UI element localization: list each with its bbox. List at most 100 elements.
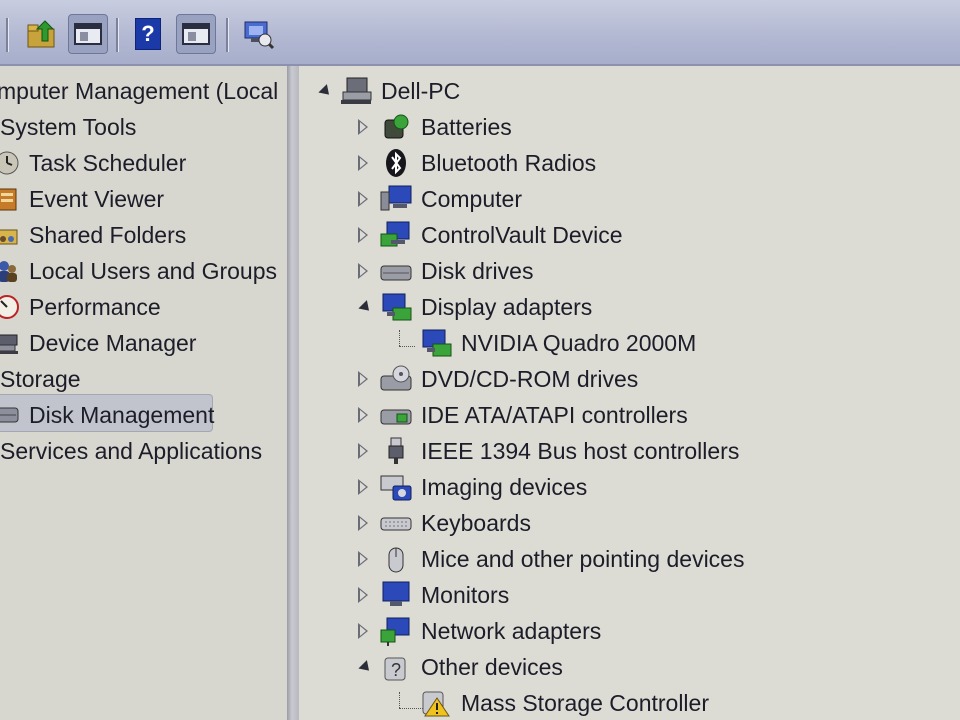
tree-item-label: Device Manager — [29, 329, 197, 356]
expand-arrow-icon[interactable] — [355, 263, 371, 279]
device-tree-pane[interactable]: Dell-PC Batteries Bluetooth Radios Compu… — [299, 66, 960, 720]
tree-line — [399, 330, 400, 346]
expand-arrow-icon[interactable] — [355, 515, 371, 531]
shared-folder-icon — [0, 229, 18, 245]
device-category-display-adapters[interactable]: Display adapters — [355, 290, 592, 324]
device-category-imaging-devices[interactable]: Imaging devices — [355, 470, 587, 504]
toolbar-separator — [6, 18, 9, 52]
tree-item-label: Task Scheduler — [29, 149, 187, 176]
device-category-ieee-1394-bus-host-controllers[interactable]: IEEE 1394 Bus host controllers — [355, 434, 739, 468]
device-category-label: Display adapters — [421, 293, 593, 320]
device-category-label: DVD/CD-ROM drives — [421, 365, 639, 392]
computer-icon — [341, 77, 372, 104]
scan-hardware-icon — [244, 21, 275, 50]
tree-item-disk-management[interactable]: Disk Management — [0, 398, 214, 432]
device-category-label: Mice and other pointing devices — [421, 545, 745, 572]
expand-arrow-icon[interactable] — [355, 587, 371, 603]
tree-item-computer-management[interactable]: mputer Management (Local — [0, 74, 278, 108]
help-icon: ? — [135, 18, 161, 50]
tree-line — [399, 346, 415, 347]
device-tree-label: Dell-PC — [381, 77, 461, 104]
pane-splitter[interactable] — [287, 66, 299, 720]
ide-controller-icon — [380, 409, 412, 425]
device-category-label: Other devices — [421, 653, 563, 680]
unknown-device-icon: ? — [384, 657, 406, 681]
device-category-mice-and-other-pointing-devices[interactable]: Mice and other pointing devices — [355, 542, 744, 576]
expand-arrow-icon[interactable] — [355, 371, 371, 387]
device-category-label: Batteries — [421, 113, 512, 140]
device-label: Mass Storage Controller — [461, 689, 709, 716]
action-pane-icon — [182, 23, 210, 45]
tree-item-device-manager[interactable]: Device Manager — [0, 326, 196, 360]
battery-icon — [384, 114, 409, 139]
tree-item-shared-folders[interactable]: Shared Folders — [0, 218, 186, 252]
device-category-bluetooth-radios[interactable]: Bluetooth Radios — [355, 146, 596, 180]
scan-hardware-button[interactable] — [238, 14, 278, 54]
tree-item-label: System Tools — [0, 113, 137, 140]
network-adapter-icon — [380, 617, 410, 646]
expand-arrow-icon[interactable] — [355, 479, 371, 495]
tree-item-storage[interactable]: Storage — [0, 362, 81, 396]
users-icon — [0, 261, 17, 282]
gauge-icon — [0, 295, 19, 319]
controlvault-icon — [380, 221, 410, 247]
tree-item-label: Shared Folders — [29, 221, 187, 248]
collapse-arrow-icon[interactable] — [315, 83, 334, 99]
event-log-icon — [0, 188, 17, 211]
bluetooth-icon — [386, 149, 406, 177]
monitor-icon — [382, 581, 410, 606]
show-hide-action-pane-button[interactable] — [176, 14, 216, 54]
device-mass-storage-controller[interactable]: Mass Storage Controller — [419, 686, 709, 720]
expand-arrow-icon[interactable] — [355, 551, 371, 567]
device-category-label: Imaging devices — [421, 473, 588, 500]
up-folder-button[interactable] — [22, 14, 62, 54]
expand-arrow-icon[interactable] — [355, 443, 371, 459]
expand-arrow-icon[interactable] — [355, 623, 371, 639]
expand-arrow-icon[interactable] — [355, 119, 371, 135]
svg-text:?: ? — [391, 660, 401, 680]
device-category-other-devices[interactable]: ? Other devices — [355, 650, 563, 684]
expand-arrow-icon[interactable] — [355, 191, 371, 207]
tree-item-label: Storage — [0, 365, 81, 392]
display-adapter-icon — [382, 293, 412, 321]
firewire-plug-icon — [388, 437, 404, 464]
collapse-arrow-icon[interactable] — [355, 659, 374, 675]
help-button[interactable]: ? — [128, 14, 168, 54]
clock-icon — [0, 151, 19, 175]
tree-item-task-scheduler[interactable]: Task Scheduler — [0, 146, 186, 180]
tree-line — [399, 692, 400, 708]
console-tree-icon — [74, 23, 102, 45]
device-tree-root[interactable]: Dell-PC — [315, 74, 460, 108]
device-category-label: Disk drives — [421, 257, 534, 284]
device-nvidia-quadro-2000m[interactable]: NVIDIA Quadro 2000M — [419, 326, 696, 360]
show-hide-console-tree-button[interactable] — [68, 14, 108, 54]
camera-scanner-icon — [380, 475, 412, 501]
device-category-network-adapters[interactable]: Network adapters — [355, 614, 601, 648]
tree-item-local-users-and-groups[interactable]: Local Users and Groups — [0, 254, 277, 288]
toolbar-separator — [226, 18, 229, 52]
console-tree-pane[interactable]: mputer Management (Local System Tools Ta… — [0, 66, 287, 720]
tree-item-event-viewer[interactable]: Event Viewer — [0, 182, 164, 216]
expand-arrow-icon[interactable] — [355, 407, 371, 423]
tree-item-system-tools[interactable]: System Tools — [0, 110, 136, 144]
tree-item-label: Disk Management — [29, 401, 215, 428]
device-category-controlvault-device[interactable]: ControlVault Device — [355, 218, 623, 252]
device-category-label: Keyboards — [421, 509, 531, 536]
expand-arrow-icon[interactable] — [355, 227, 371, 243]
expand-arrow-icon[interactable] — [355, 155, 371, 171]
monitor-icon — [380, 185, 412, 211]
device-category-keyboards[interactable]: Keyboards — [355, 506, 531, 540]
collapse-arrow-icon[interactable] — [355, 299, 374, 315]
toolbar: ? — [0, 0, 960, 66]
keyboard-icon — [380, 517, 412, 531]
tree-item-services-and-applications[interactable]: Services and Applications — [0, 434, 262, 468]
device-category-ide-ata-atapi-controllers[interactable]: IDE ATA/ATAPI controllers — [355, 398, 688, 432]
toolbar-separator — [116, 18, 119, 52]
warning-device-icon — [422, 691, 450, 717]
device-category-disk-drives[interactable]: Disk drives — [355, 254, 533, 288]
tree-item-performance[interactable]: Performance — [0, 290, 161, 324]
device-category-monitors[interactable]: Monitors — [355, 578, 509, 612]
device-category-batteries[interactable]: Batteries — [355, 110, 512, 144]
device-category-dvd-cd-rom-drives[interactable]: DVD/CD-ROM drives — [355, 362, 638, 396]
device-category-computer[interactable]: Computer — [355, 182, 522, 216]
